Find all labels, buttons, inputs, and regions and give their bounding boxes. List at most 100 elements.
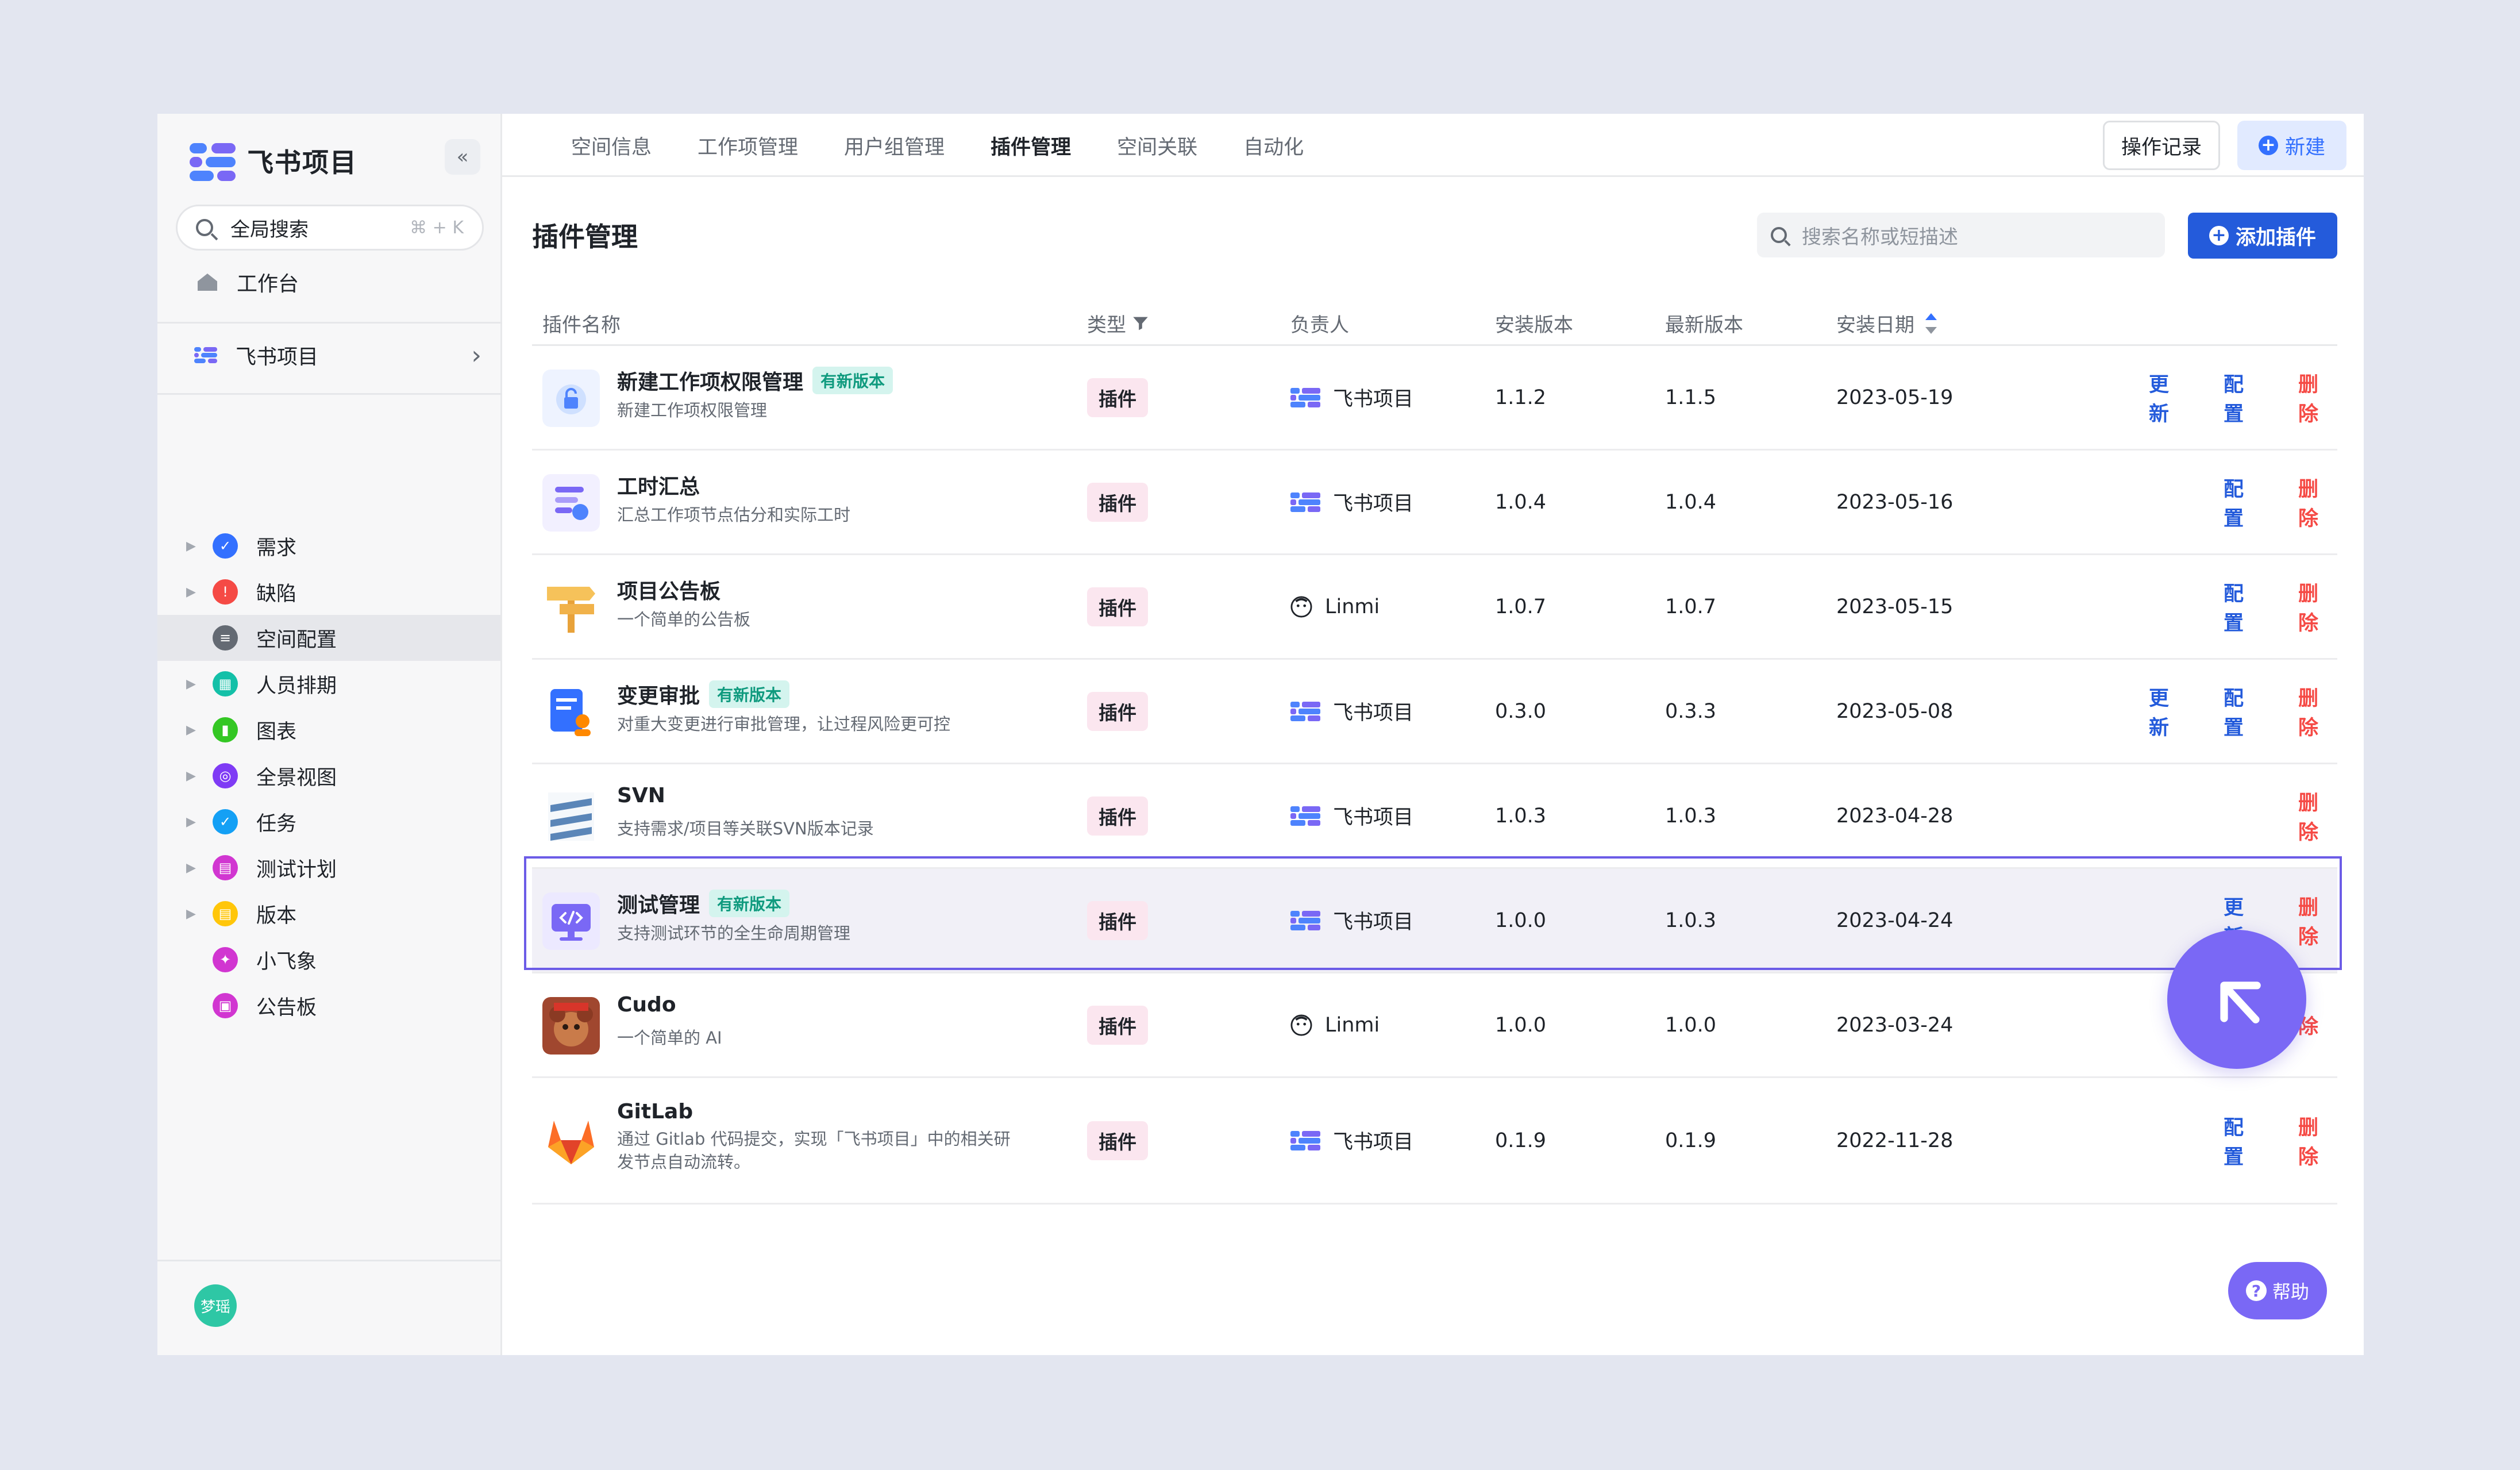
config-button[interactable]: 配置	[2224, 368, 2244, 427]
new-button[interactable]: + 新建	[2237, 121, 2346, 170]
caret-right-icon[interactable]: ▶	[186, 815, 198, 829]
table-header: 插件名称 类型 负责人 安装版本 最新版本 安装日期	[532, 292, 2337, 346]
question-icon: ?	[2245, 1280, 2267, 1301]
latest-version: 1.0.4	[1665, 490, 1717, 514]
config-button[interactable]: 配置	[2224, 473, 2244, 532]
workbench-label: 工作台	[237, 272, 299, 296]
plus-circle-icon: +	[2209, 226, 2229, 245]
add-plugin-label: 添加插件	[2235, 226, 2316, 249]
space-logo-icon	[194, 346, 217, 364]
plugin-name[interactable]: 新建工作项权限管理	[617, 365, 803, 395]
table-row[interactable]: 项目公告板 一个简单的公告板 插件 Linmi 1.0.7 1.0.7 2023-05-15…	[532, 555, 2337, 660]
operation-log-button[interactable]: 操作记录	[2103, 121, 2220, 170]
plugin-name[interactable]: SVN	[617, 784, 665, 807]
owner-cell: Linmi	[1290, 973, 1380, 1076]
tab-3[interactable]: 插件管理	[991, 131, 1071, 160]
search-icon	[196, 219, 213, 236]
tab-4[interactable]: 空间关联	[1117, 131, 1197, 160]
caret-right-icon[interactable]: ▶	[186, 585, 198, 599]
delete-button[interactable]: 删除	[2298, 473, 2318, 532]
installed-version: 1.0.0	[1495, 1013, 1547, 1037]
plugin-name[interactable]: 项目公告板	[617, 575, 720, 605]
caret-right-icon[interactable]: ▶	[186, 723, 198, 737]
installed-version: 1.1.2	[1495, 386, 1547, 409]
caret-right-icon[interactable]: ▶	[186, 907, 198, 921]
plugin-search-input[interactable]: 搜索名称或短描述	[1757, 213, 2165, 257]
type-cell: 插件	[1087, 346, 1148, 449]
sidebar-item[interactable]: ▶ ✓ 需求	[157, 523, 500, 569]
update-button[interactable]: 更新	[2149, 368, 2169, 427]
topbar: 空间信息 工作项管理 用户组管理 插件管理 空间关联 自动化 操作记录 + 新建	[502, 114, 2364, 177]
owner-name: 飞书项目	[1333, 388, 1414, 411]
plugin-description: 新建工作项权限管理	[617, 401, 768, 420]
plugin-type-tag: 插件	[1087, 1121, 1148, 1160]
update-button[interactable]: 更新	[2149, 682, 2169, 741]
divider	[157, 322, 502, 324]
tab-1[interactable]: 工作项管理	[698, 131, 798, 160]
global-search[interactable]: 全局搜索 ⌘ + K	[176, 205, 484, 251]
brand[interactable]: 飞书项目	[190, 138, 357, 184]
type-cell: 插件	[1087, 764, 1148, 867]
sidebar-item[interactable]: ▶ ▮ 图表	[157, 707, 500, 753]
plugin-name[interactable]: GitLab	[617, 1100, 693, 1123]
sidebar-item[interactable]: ▶ ▤ 测试计划	[157, 845, 500, 891]
menu-item-label: 缺陷	[256, 582, 297, 606]
sidebar-item[interactable]: ▶ ◎ 全景视图	[157, 753, 500, 799]
sidebar-item[interactable]: ▶ ▤ 版本	[157, 891, 500, 937]
sidebar-item[interactable]: ▶! 缺陷	[157, 569, 500, 615]
search-shortcut: ⌘ + K	[410, 217, 464, 238]
caret-right-icon[interactable]: ▶	[186, 769, 198, 783]
sidebar-item[interactable]: ▣ 公告板	[157, 983, 500, 1029]
sidebar-item[interactable]: ✦ 小飞象	[157, 937, 500, 983]
app-window: 飞书项目 « 全局搜索 ⌘ + K 工作台 飞书项目 › ▶ ✓ 需求 ▶ ! …	[157, 114, 2364, 1355]
config-button[interactable]: 配置	[2224, 1111, 2244, 1170]
avatar[interactable]: 梦瑶	[194, 1284, 237, 1327]
collapse-sidebar-button[interactable]: «	[445, 139, 480, 175]
installed-version: 0.1.9	[1495, 1129, 1547, 1152]
table-row[interactable]: 工时汇总 汇总工作项节点估分和实际工时 插件 飞书项目 1.0.4 1.0.4 2023-0…	[532, 451, 2337, 555]
type-cell: 插件	[1087, 660, 1148, 763]
plugin-type-tag: 插件	[1087, 691, 1148, 731]
config-button[interactable]: 配置	[2224, 578, 2244, 636]
tab-2[interactable]: 用户组管理	[844, 131, 945, 160]
delete-button[interactable]: 删除	[2298, 1111, 2318, 1170]
table-row[interactable]: 新建工作项权限管理 有新版本 新建工作项权限管理 插件 飞书项目 1.1.2 1.1.5 20…	[532, 346, 2337, 451]
filter-icon[interactable]	[1131, 314, 1150, 333]
delete-button[interactable]: 删除	[2298, 368, 2318, 427]
col-header-type[interactable]: 类型	[1087, 309, 1150, 337]
caret-right-icon[interactable]: ▶	[186, 861, 198, 875]
delete-button[interactable]: 删除	[2298, 787, 2318, 845]
owner-cell: Linmi	[1290, 555, 1380, 658]
delete-button[interactable]: 删除	[2298, 682, 2318, 741]
caret-right-icon[interactable]: ▶	[186, 539, 198, 553]
tab-5[interactable]: 自动化	[1243, 131, 1304, 160]
plugin-name[interactable]: 变更审批	[617, 679, 700, 709]
col-header-install-date[interactable]: 安装日期	[1836, 309, 1939, 337]
sidebar-item-workbench[interactable]: 工作台	[198, 262, 299, 302]
sidebar-item[interactable]: ≡ 空间配置	[157, 615, 500, 661]
table-row[interactable]: GitLab 通过 Gitlab 代码提交，实现「飞书项目」中的相关研发节点自动流…	[532, 1078, 2337, 1205]
owner-name: 飞书项目	[1333, 806, 1414, 829]
table-row[interactable]: Cudo 一个简单的 AI 插件 Linmi 1.0.0 1.0.0 2023-03-24 除	[532, 973, 2337, 1078]
plugin-name[interactable]: 工时汇总	[617, 470, 700, 500]
plugin-name-wrap: GitLab	[617, 1100, 693, 1123]
global-search-label: 全局搜索	[230, 218, 309, 241]
table-row[interactable]: 变更审批 有新版本 对重大变更进行审批管理，让过程风险更可控 插件 飞书项目 0.3.0 0…	[532, 660, 2337, 764]
install-date: 2023-05-15	[1836, 595, 1953, 618]
tab-0[interactable]: 空间信息	[571, 131, 652, 160]
table-row[interactable]: SVN 支持需求/项目等关联SVN版本记录 插件 飞书项目 1.0.3 1.0.3 2023…	[532, 764, 2337, 869]
sidebar-item[interactable]: ▶ ▦ 人员排期	[157, 661, 500, 707]
space-switcher[interactable]: 飞书项目 ›	[194, 333, 481, 377]
help-button[interactable]: ? 帮助	[2228, 1262, 2327, 1319]
add-plugin-button[interactable]: + 添加插件	[2188, 213, 2337, 259]
sort-icon[interactable]	[1924, 312, 1939, 335]
menu-item-icon: ✦	[213, 947, 238, 972]
latest-version: 1.0.7	[1665, 595, 1717, 618]
delete-button[interactable]: 删除	[2298, 578, 2318, 636]
menu-item-icon: ≡	[213, 625, 238, 651]
config-button[interactable]: 配置	[2224, 682, 2244, 741]
caret-right-icon[interactable]: ▶	[186, 677, 198, 691]
plugin-description: 对重大变更进行审批管理，让过程风险更可控	[617, 714, 951, 734]
plugin-name[interactable]: Cudo	[617, 993, 676, 1017]
sidebar-item[interactable]: ▶ ✓ 任务	[157, 799, 500, 845]
